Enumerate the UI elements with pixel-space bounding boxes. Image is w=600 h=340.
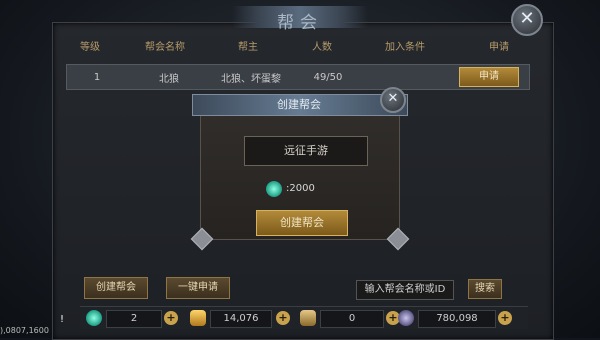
panel-title: 帮会 xyxy=(277,13,323,33)
header-guild-name: 帮会名称 xyxy=(145,42,185,53)
header-apply: 申请 xyxy=(489,42,509,53)
add-gold-ingot-button[interactable]: + xyxy=(276,311,290,325)
row-members: 49/50 xyxy=(313,71,343,83)
header-members: 人数 xyxy=(312,42,332,53)
row-guild-name: 北狼 xyxy=(159,73,179,85)
add-jade-button[interactable]: + xyxy=(164,311,178,325)
add-coin-button[interactable]: + xyxy=(498,311,512,325)
gold-ingot-icon xyxy=(190,310,206,326)
close-button[interactable]: ✕ xyxy=(511,4,543,36)
gold-ingot-amount: 14,076 xyxy=(210,310,272,328)
create-guild-button[interactable]: 创建帮会 xyxy=(84,277,148,299)
jade-icon xyxy=(86,310,102,326)
guild-name-input[interactable]: 远征手游 xyxy=(244,136,368,166)
search-button[interactable]: 搜索 xyxy=(468,279,502,299)
coin-amount: 780,098 xyxy=(418,310,496,328)
row-leader: 北狼、坏蛋黎 xyxy=(221,73,281,85)
search-input[interactable]: 输入帮会名称或ID xyxy=(356,280,454,300)
warning-mark: ! xyxy=(60,314,65,325)
dialog-title: 创建帮会 xyxy=(277,98,321,111)
row-level: 1 xyxy=(93,71,101,83)
header-level: 等级 xyxy=(80,42,100,53)
jade-amount: 2 xyxy=(106,310,162,328)
apply-all-button[interactable]: 一键申请 xyxy=(166,277,230,299)
apply-button[interactable]: 申请 xyxy=(459,67,519,87)
debug-text: ),0807,1600 xyxy=(0,326,49,335)
jade-icon xyxy=(266,181,282,197)
silver-ingot-amount: 0 xyxy=(320,310,384,328)
silver-ingot-icon xyxy=(300,310,316,326)
table-header: 等级 帮会名称 帮主 人数 加入条件 申请 xyxy=(60,38,546,58)
create-cost: :2000 xyxy=(286,183,315,194)
coin-icon xyxy=(398,310,414,326)
dialog-close-button[interactable]: ✕ xyxy=(380,87,406,113)
header-join-condition: 加入条件 xyxy=(385,42,425,53)
dialog-create-button[interactable]: 创建帮会 xyxy=(256,210,348,236)
header-leader: 帮主 xyxy=(238,42,258,53)
